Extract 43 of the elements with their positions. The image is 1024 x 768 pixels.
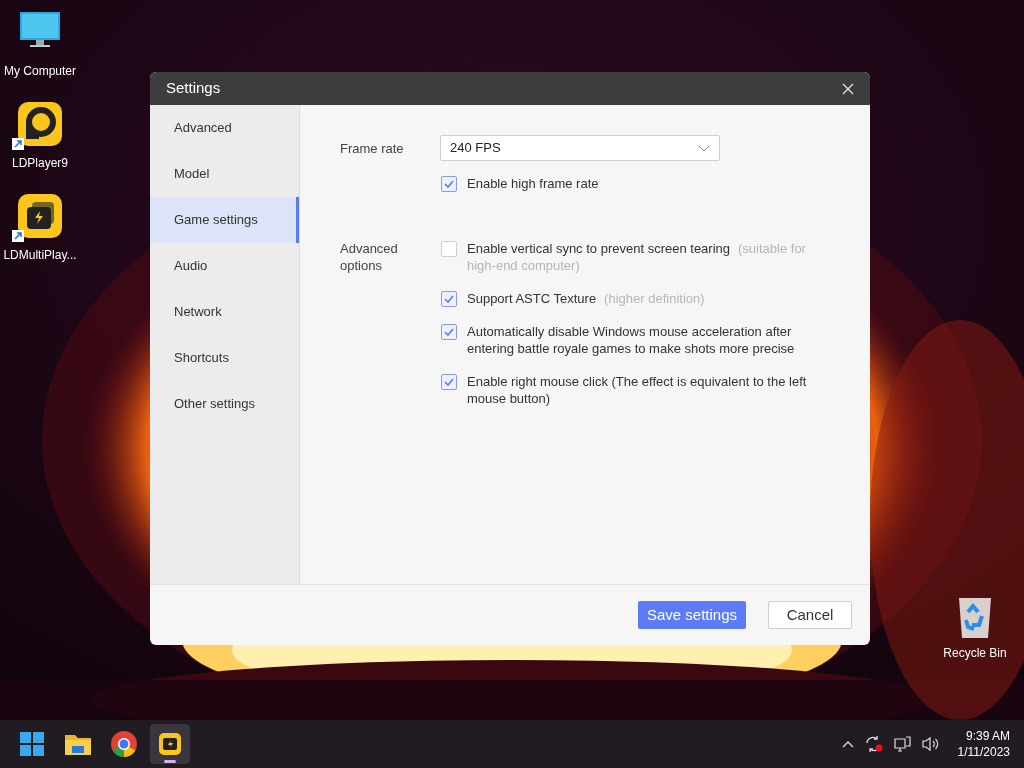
clock-date[interactable]: 1/11/2023 bbox=[957, 744, 1010, 760]
checkbox-label: Automatically disable Windows mouse acceleration after entering battle royale games to make shots more precise bbox=[467, 322, 796, 357]
chevron-down-icon bbox=[698, 144, 710, 152]
sidebar-item[interactable]: Audio bbox=[150, 243, 299, 289]
checkbox[interactable] bbox=[441, 373, 457, 390]
sync-icon[interactable] bbox=[863, 735, 884, 753]
checkbox[interactable] bbox=[441, 240, 457, 257]
multi-window-app-icon[interactable] bbox=[16, 192, 64, 240]
sidebar-item[interactable]: Shortcuts bbox=[150, 335, 299, 381]
field-label: Frame rate bbox=[340, 140, 405, 158]
checkmark-icon bbox=[444, 294, 454, 303]
sidebar-item[interactable]: Other settings bbox=[150, 381, 299, 427]
sidebar-item[interactable]: Network bbox=[150, 289, 299, 335]
sidebar-item[interactable]: Game settings bbox=[150, 197, 299, 243]
checkmark-icon bbox=[444, 327, 454, 336]
chevron-up-icon[interactable] bbox=[841, 740, 854, 748]
icon-label: Recycle Bin bbox=[943, 645, 1007, 662]
icon-label: My Computer bbox=[4, 63, 76, 80]
icon-label: LDPlayer9 bbox=[12, 155, 68, 172]
save-button[interactable]: Save settings bbox=[637, 601, 746, 629]
checkbox-label: Support ASTC Texture (higher definition) bbox=[467, 289, 705, 307]
icon-label: LDMultiPlay... bbox=[3, 247, 77, 264]
play-app-icon[interactable] bbox=[16, 100, 64, 148]
clock-time[interactable]: 9:39 AM bbox=[965, 728, 1010, 744]
checkbox[interactable] bbox=[441, 290, 457, 307]
checkbox-label: Enable right mouse click (The effect is equivalent to the left mouse button) bbox=[467, 372, 808, 407]
checkbox-label: Enable vertical sync to prevent screen tearing (suitable for high-end computer) bbox=[467, 239, 807, 274]
sidebar-item[interactable]: Model bbox=[150, 151, 299, 197]
sidebar-item[interactable]: Advanced bbox=[150, 105, 299, 151]
frame-rate-dropdown[interactable]: 240 FPS bbox=[440, 135, 720, 161]
cancel-button[interactable]: Cancel bbox=[768, 601, 852, 629]
network-icon[interactable] bbox=[893, 736, 912, 752]
checkmark-icon bbox=[444, 377, 454, 386]
volume-icon[interactable] bbox=[921, 736, 940, 752]
checkbox-label: Enable high frame rate bbox=[467, 175, 599, 193]
field-label: Advanced options bbox=[340, 239, 399, 275]
taskbar-button[interactable] bbox=[150, 724, 190, 764]
checkbox[interactable] bbox=[441, 323, 457, 340]
checkbox[interactable] bbox=[441, 175, 457, 192]
window-title: Settings bbox=[166, 78, 221, 99]
checkmark-icon bbox=[444, 179, 454, 188]
recycle-bin-icon[interactable] bbox=[956, 596, 994, 640]
close-icon[interactable] bbox=[842, 82, 854, 95]
